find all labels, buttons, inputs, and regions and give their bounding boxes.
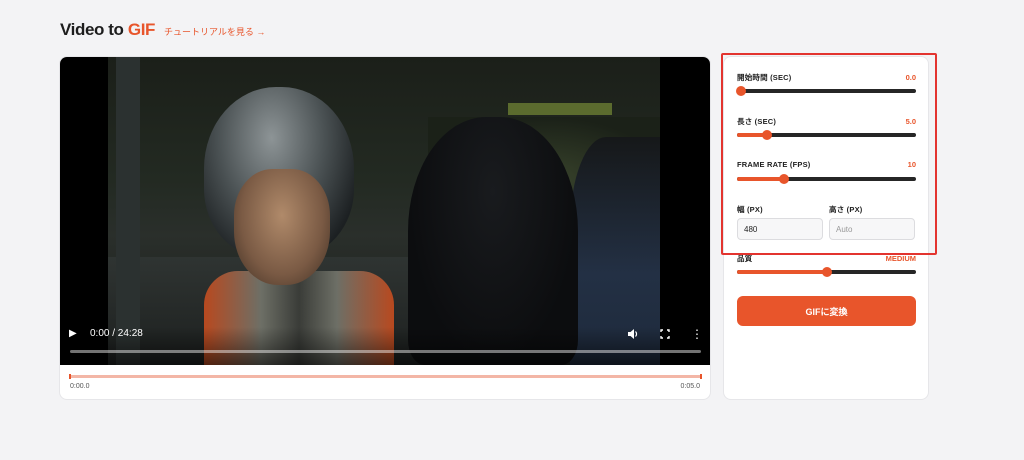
convert-to-gif-button[interactable]: GIFに変換: [737, 296, 916, 326]
video-seek-bar[interactable]: [70, 350, 701, 353]
quality-field: 品質 MEDIUM: [737, 253, 916, 277]
page-header: Video to GIF チュートリアルを見る →: [60, 20, 265, 40]
more-vert-icon[interactable]: ⋮: [690, 327, 704, 341]
duration-slider[interactable]: [737, 130, 916, 140]
tutorial-link[interactable]: チュートリアルを見る →: [164, 25, 265, 38]
start-time-field: 開始時間 (SEC) 0.0: [735, 72, 916, 96]
frame-rate-value: 10: [907, 160, 916, 169]
trim-start-handle[interactable]: [69, 374, 71, 379]
start-time-value: 0.0: [905, 73, 916, 82]
trim-start-label: 0:00.0: [70, 383, 90, 390]
duration-slider-thumb[interactable]: [762, 130, 773, 140]
start-time-slider-thumb[interactable]: [735, 86, 746, 96]
duration-field: 長さ (SEC) 5.0: [737, 116, 916, 140]
duration-value: 5.0: [905, 117, 916, 126]
play-icon[interactable]: ▶: [69, 327, 83, 341]
video-time-display: 0:00 / 24:28: [90, 328, 143, 339]
video-frame-image: [108, 57, 660, 365]
quality-slider[interactable]: [737, 267, 916, 277]
frame-rate-field: FRAME RATE (FPS) 10: [737, 160, 916, 184]
video-controls: ▶ 0:00 / 24:28 ⋮: [60, 327, 710, 365]
frame-rate-label: FRAME RATE (FPS): [737, 160, 811, 169]
settings-panel: 開始時間 (SEC) 0.0 長さ (SEC) 5.0 FRAME RATE (…: [723, 56, 929, 400]
frame-rate-slider-thumb[interactable]: [778, 174, 789, 184]
height-field: 高さ (PX): [829, 204, 915, 240]
app-title: Video to GIF: [60, 20, 155, 40]
quality-value: MEDIUM: [885, 254, 916, 263]
trim-end-handle[interactable]: [700, 374, 702, 379]
dimensions-row: 幅 (PX) 高さ (PX): [737, 204, 916, 244]
start-time-slider[interactable]: [735, 86, 916, 96]
video-card: ▶ 0:00 / 24:28 ⋮ 0:00.0 0:05.0: [59, 56, 711, 400]
quality-label: 品質: [737, 254, 753, 263]
trim-range-bar[interactable]: [69, 374, 702, 379]
app-title-prefix: Video to: [60, 20, 128, 39]
quality-slider-thumb[interactable]: [821, 267, 832, 277]
fullscreen-icon[interactable]: [658, 327, 672, 341]
duration-label: 長さ (SEC): [737, 117, 777, 126]
volume-icon[interactable]: [626, 327, 640, 341]
width-field: 幅 (PX): [737, 204, 823, 240]
frame-rate-slider[interactable]: [737, 174, 916, 184]
video-player[interactable]: ▶ 0:00 / 24:28 ⋮: [60, 57, 710, 365]
start-time-label: 開始時間 (SEC): [737, 73, 792, 82]
app-title-accent: GIF: [127, 20, 156, 39]
width-input[interactable]: [737, 218, 823, 240]
height-label: 高さ (PX): [829, 205, 863, 214]
trim-end-label: 0:05.0: [680, 383, 700, 390]
height-input[interactable]: [829, 218, 915, 240]
width-label: 幅 (PX): [737, 205, 763, 214]
